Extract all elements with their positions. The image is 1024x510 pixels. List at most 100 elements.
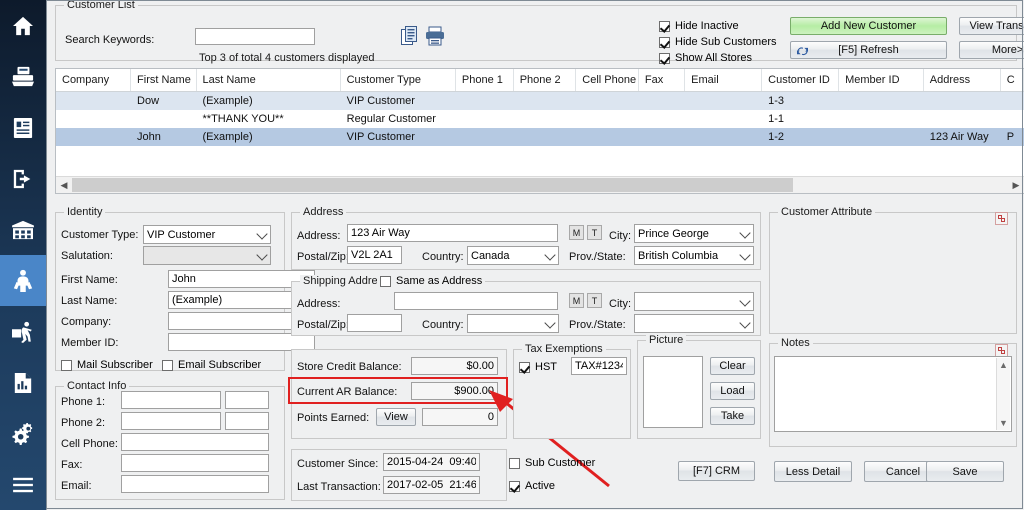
shipping-postal-input[interactable]	[347, 314, 402, 332]
sidebar-item-settings[interactable]	[0, 408, 46, 459]
scroll-down-arrow[interactable]: ▼	[999, 418, 1008, 428]
scroll-right-arrow[interactable]: ▶	[1008, 177, 1024, 193]
hst-checkbox[interactable]: HST	[519, 361, 557, 373]
grid-column-header[interactable]: Phone 2	[514, 69, 577, 91]
filter-show-all-stores[interactable]: Show All Stores	[659, 52, 777, 64]
table-row[interactable]: **THANK YOU** Regular Customer 1-1	[56, 110, 1024, 128]
checkbox-active[interactable]	[509, 480, 520, 492]
search-input[interactable]	[195, 28, 315, 45]
notes-textarea[interactable]: ▲ ▼	[774, 356, 1012, 432]
grid-column-header[interactable]: Company	[56, 69, 132, 91]
scroll-track[interactable]	[72, 177, 1008, 193]
phone2-input[interactable]	[121, 412, 221, 430]
grid-column-header[interactable]: Phone 1	[456, 69, 514, 91]
address-map-button[interactable]: M	[569, 225, 584, 240]
grid-body[interactable]: Dow (Example) VIP Customer 1-3 **THANK YOU**…	[56, 92, 1024, 146]
grid-column-header[interactable]: Customer ID	[762, 69, 840, 91]
shipping-prov-select[interactable]	[634, 314, 754, 333]
shipping-map-button[interactable]: M	[569, 293, 584, 308]
phone2-ext-input[interactable]	[225, 412, 269, 430]
grid-column-header[interactable]: First Name	[131, 69, 197, 91]
active-checkbox[interactable]: Active	[509, 480, 555, 492]
grid-column-header[interactable]: Last Name	[197, 69, 341, 91]
grid-column-header[interactable]: Member ID	[839, 69, 924, 91]
customer-attribute-title: Customer Attribute	[778, 206, 876, 218]
mail-subscriber-checkbox[interactable]: Mail Subscriber	[61, 359, 153, 371]
sidebar-item-menu[interactable]	[0, 459, 46, 510]
phone1-input[interactable]	[121, 391, 221, 409]
cell-phone-input[interactable]	[121, 433, 269, 451]
checkbox-email-subscriber[interactable]	[162, 359, 173, 371]
email-input[interactable]	[121, 475, 269, 493]
filter-hide-sub-customers[interactable]: Hide Sub Customers	[659, 36, 777, 48]
save-button[interactable]: Save	[926, 461, 1004, 482]
more-button[interactable]: More>>>	[959, 41, 1024, 59]
picture-load-button[interactable]: Load	[710, 382, 755, 400]
grid-column-header[interactable]: C	[1001, 69, 1024, 91]
checkbox-hide-inactive[interactable]	[659, 20, 670, 32]
sidebar-item-reports[interactable]	[0, 357, 46, 408]
checkbox-hide-sub-customers[interactable]	[659, 36, 670, 48]
customer-type-select[interactable]: VIP Customer	[143, 225, 271, 244]
scroll-thumb[interactable]	[72, 178, 793, 192]
salutation-select[interactable]	[143, 246, 271, 265]
copy-export-icon[interactable]	[401, 26, 421, 49]
crm-button[interactable]: [F7] CRM	[678, 461, 755, 481]
sidebar-item-invoice[interactable]	[0, 102, 46, 153]
customer-grid[interactable]: Company First Name Last Name Customer Type P…	[55, 68, 1024, 194]
scroll-up-arrow[interactable]: ▲	[999, 360, 1008, 370]
sidebar-item-customers[interactable]	[0, 255, 46, 306]
checkbox-hst[interactable]	[519, 361, 530, 373]
view-transactions-button[interactable]: View Transactions	[959, 17, 1024, 35]
refresh-button[interactable]: [F5] Refresh	[790, 41, 947, 59]
points-view-button[interactable]: View	[376, 408, 416, 426]
sidebar-item-exit[interactable]	[0, 153, 46, 204]
grid-column-header[interactable]: Email	[685, 69, 763, 91]
checkbox-mail-subscriber[interactable]	[61, 359, 72, 371]
grid-column-header[interactable]: Address	[924, 69, 1001, 91]
fax-input[interactable]	[121, 454, 269, 472]
phone1-ext-input[interactable]	[225, 391, 269, 409]
print-icon[interactable]	[425, 26, 445, 49]
address-transit-button[interactable]: T	[587, 225, 602, 240]
scroll-left-arrow[interactable]: ◀	[56, 177, 72, 193]
shipping-address-input[interactable]	[394, 292, 558, 310]
filter-hide-inactive[interactable]: Hide Inactive	[659, 20, 777, 32]
filters-group: Hide Inactive Hide Sub Customers Show Al…	[659, 20, 777, 64]
checkbox-same-as-address[interactable]	[380, 275, 391, 287]
tax-number-input[interactable]	[571, 357, 627, 375]
email-subscriber-checkbox[interactable]: Email Subscriber	[162, 359, 261, 371]
postal-input[interactable]	[347, 246, 402, 264]
sub-customer-checkbox[interactable]: Sub Customer	[509, 457, 595, 469]
shipping-city-select[interactable]	[634, 292, 754, 311]
address-input[interactable]	[347, 224, 558, 242]
picture-take-button[interactable]: Take	[710, 407, 755, 425]
sidebar-item-pos[interactable]	[0, 51, 46, 102]
shipping-transit-button[interactable]: T	[587, 293, 602, 308]
prov-select[interactable]: British Columbia	[634, 246, 754, 265]
table-cell	[576, 92, 639, 109]
grid-column-header[interactable]: Customer Type	[341, 69, 456, 91]
sidebar-item-delivery[interactable]	[0, 306, 46, 357]
country-select[interactable]: Canada	[467, 246, 559, 265]
picture-clear-button[interactable]: Clear	[710, 357, 755, 375]
grid-column-header[interactable]: Fax	[639, 69, 686, 91]
add-new-customer-button[interactable]: Add New Customer	[790, 17, 947, 35]
checkbox-sub-customer[interactable]	[509, 457, 520, 469]
city-select[interactable]: Prince George	[634, 224, 754, 243]
main-sidebar	[0, 0, 47, 510]
less-detail-button[interactable]: Less Detail	[774, 461, 852, 482]
table-cell	[56, 110, 131, 127]
customer-attribute-expand-icon[interactable]	[995, 212, 1008, 225]
shipping-country-select[interactable]	[467, 314, 559, 333]
table-row[interactable]: John (Example) VIP Customer 1-2 123 Air Way P	[56, 128, 1024, 146]
table-row[interactable]: Dow (Example) VIP Customer 1-3	[56, 92, 1024, 110]
same-as-address-checkbox[interactable]: Same as Address	[377, 275, 486, 287]
sidebar-item-home[interactable]	[0, 0, 46, 51]
notes-scrollbar[interactable]: ▲ ▼	[996, 358, 1010, 430]
sidebar-item-store[interactable]	[0, 204, 46, 255]
grid-column-header[interactable]: Cell Phone	[576, 69, 639, 91]
picture-preview[interactable]	[643, 356, 703, 428]
checkbox-show-all-stores[interactable]	[659, 52, 670, 64]
grid-horizontal-scrollbar[interactable]: ◀ ▶	[56, 176, 1024, 193]
